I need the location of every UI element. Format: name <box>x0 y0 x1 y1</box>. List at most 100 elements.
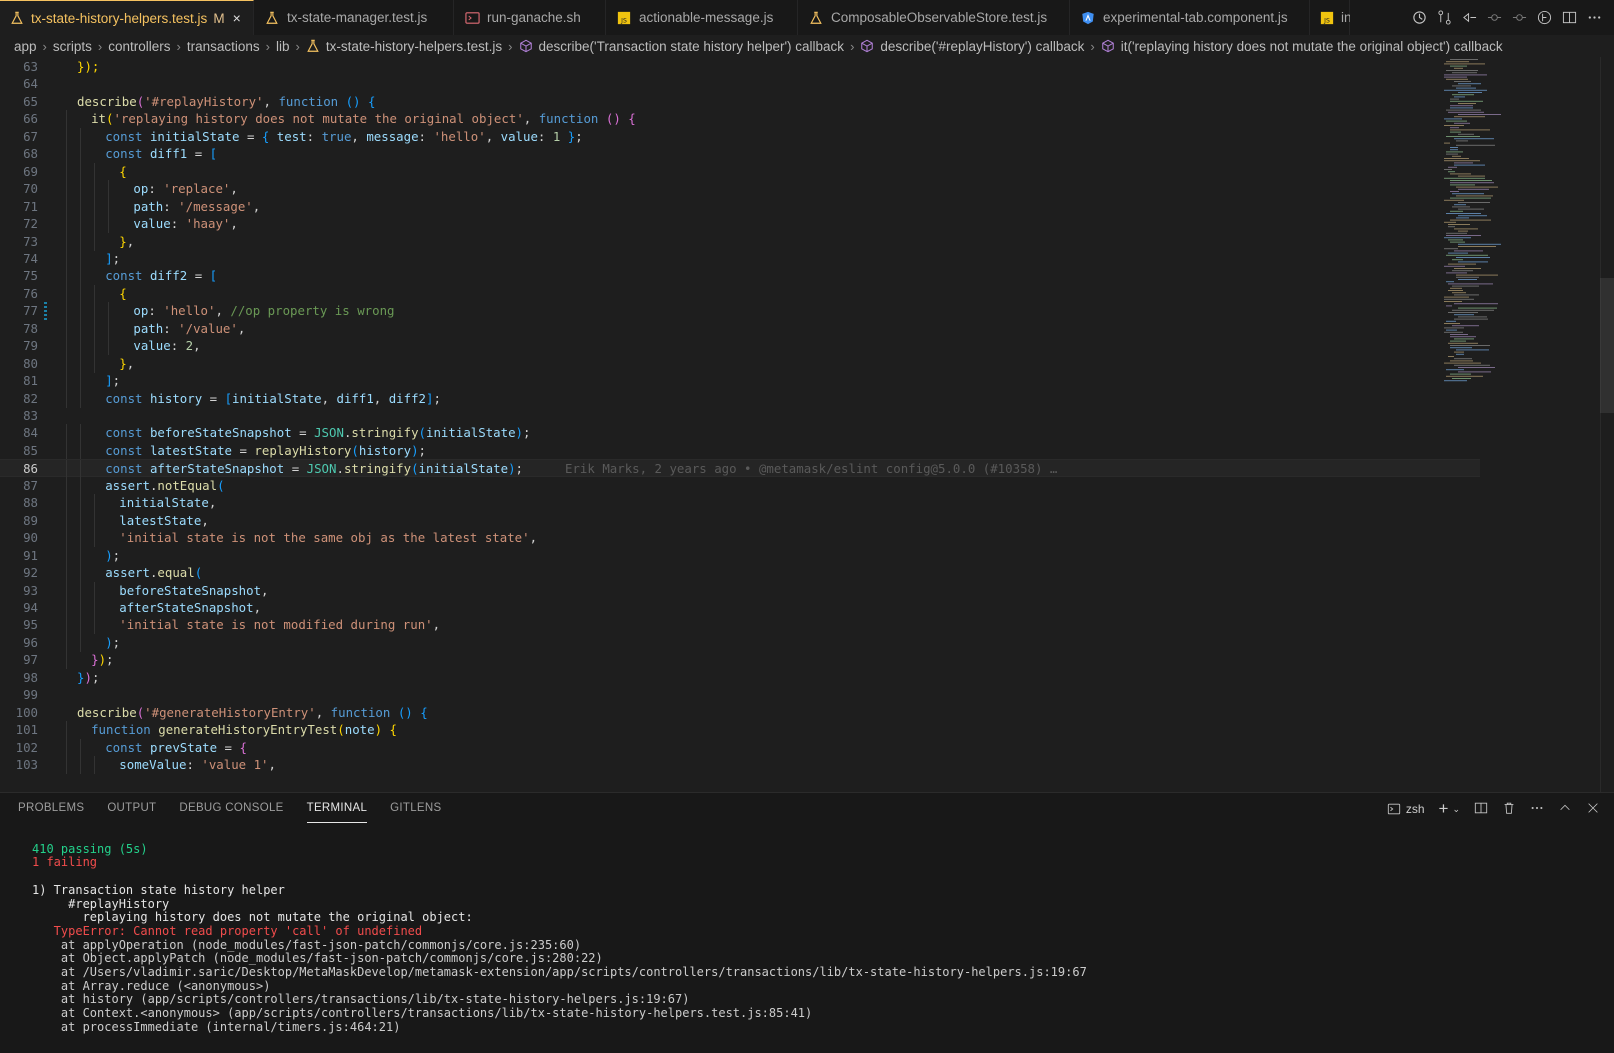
code-line[interactable]: 71 path: '/message', <box>0 197 1480 216</box>
tab-in[interactable]: JS in <box>1310 0 1352 35</box>
code-line[interactable]: 93 beforeStateSnapshot, <box>0 581 1480 600</box>
timeline-icon[interactable] <box>1411 10 1427 26</box>
new-terminal-icon[interactable]: + <box>1439 799 1449 819</box>
code-line[interactable]: 70 op: 'replace', <box>0 180 1480 199</box>
code-line[interactable]: 78 path: '/value', <box>0 319 1480 338</box>
more-actions-icon[interactable] <box>1586 10 1602 26</box>
code-line[interactable]: 96); <box>0 633 1480 652</box>
code-line[interactable]: 100 describe('#generateHistoryEntry', fun… <box>0 704 1480 722</box>
panel-tab-output[interactable]: OUTPUT <box>107 793 156 823</box>
stack-frame[interactable]: at history (app/scripts/controllers/tran… <box>32 993 1087 1007</box>
code-line[interactable]: 66 it('replaying history does not mutate … <box>0 110 1480 129</box>
panel-tab-debug-console[interactable]: DEBUG CONSOLE <box>179 793 283 823</box>
code-line[interactable]: 81]; <box>0 372 1480 391</box>
code-line[interactable]: 67 const initialState = { test: true, mes… <box>0 127 1480 146</box>
compare-changes-icon[interactable] <box>1436 10 1452 26</box>
code-line[interactable]: 95 'initial state is not modified during … <box>0 616 1480 635</box>
stack-frame[interactable]: at applyOperation (node_modules/fast-jso… <box>32 938 1087 953</box>
chevron-down-icon[interactable]: ⌄ <box>1452 804 1460 815</box>
code-line[interactable]: 99 <box>0 686 1480 704</box>
tab-composableobservablestore-test-js[interactable]: ComposableObservableStore.test.js <box>798 0 1070 35</box>
code-line[interactable]: 76 { <box>0 284 1480 303</box>
code-line[interactable]: 72 value: 'haay', <box>0 215 1480 234</box>
code-line[interactable]: 102 const prevState = { <box>0 738 1480 757</box>
editor-scrollbar-thumb[interactable] <box>1600 278 1614 413</box>
test-flask-icon <box>306 39 320 53</box>
modified-line-marker[interactable] <box>44 302 47 321</box>
panel-tab-problems[interactable]: PROBLEMS <box>18 793 84 823</box>
split-editor-icon[interactable] <box>1561 10 1577 26</box>
code-line[interactable]: 75 const diff2 = [ <box>0 267 1480 286</box>
stack-frame[interactable]: at processImmediate (internal/timers.js:… <box>32 1020 1087 1035</box>
code-line[interactable]: 82 const history = [initialState, diff1, … <box>0 389 1480 408</box>
code-line[interactable]: 74]; <box>0 249 1480 268</box>
more-actions-icon[interactable] <box>1530 801 1544 818</box>
maximize-panel-icon[interactable] <box>1558 801 1572 818</box>
minimap[interactable] <box>1440 57 1540 387</box>
editor-vertical-scrollbar[interactable] <box>1600 57 1614 792</box>
panel-tab-gitlens[interactable]: GITLENS <box>390 793 441 823</box>
code-line[interactable]: 94 afterStateSnapshot, <box>0 598 1480 617</box>
split-terminal-icon[interactable] <box>1474 801 1488 818</box>
code-line[interactable]: 103 someValue: 'value 1', <box>0 756 1480 774</box>
gitlens-icon[interactable] <box>1536 10 1552 26</box>
code-line[interactable]: 86 const afterStateSnapshot = JSON.string… <box>0 459 1480 479</box>
code-line[interactable]: 98}); <box>0 669 1480 687</box>
code-line[interactable]: 91); <box>0 546 1480 565</box>
line-number: 95 <box>23 617 38 633</box>
code-line[interactable]: 73}, <box>0 232 1480 251</box>
breadcrumb-item[interactable]: scripts <box>53 39 92 54</box>
terminal-output[interactable]: 410 passing (5s) 1 failing 1) Transaction … <box>32 823 1087 1035</box>
next-revision-icon[interactable] <box>1511 10 1527 26</box>
breadcrumb-item[interactable]: app <box>14 39 37 54</box>
stack-frame[interactable]: at /Users/vladimir.saric/Desktop/MetaMas… <box>32 965 1087 980</box>
breadcrumb-item[interactable]: it('replaying history does not mutate th… <box>1101 39 1503 54</box>
code-line[interactable]: 92 assert.equal( <box>0 564 1480 583</box>
stack-frame[interactable]: at Context.<anonymous> (app/scripts/cont… <box>32 1006 1087 1021</box>
code-token: path <box>133 320 164 336</box>
code-line[interactable]: 88 initialState, <box>0 494 1480 513</box>
code-line[interactable]: 89 latestState, <box>0 511 1480 530</box>
code-line[interactable]: 83 <box>0 407 1480 425</box>
code-line[interactable]: 84 const beforeStateSnapshot = JSON.strin… <box>0 424 1480 443</box>
code-line[interactable]: 64 <box>0 75 1480 93</box>
close-panel-icon[interactable] <box>1586 801 1600 818</box>
indent-guide <box>66 145 67 164</box>
code-text: ]; <box>105 250 120 268</box>
breadcrumb-item[interactable]: tx-state-history-helpers.test.js <box>306 39 502 54</box>
code-line[interactable]: 79 value: 2, <box>0 337 1480 356</box>
code-line[interactable]: 63}); <box>0 58 1480 76</box>
code-line[interactable]: 97}); <box>0 651 1480 670</box>
code-line[interactable]: 80}, <box>0 354 1480 373</box>
breadcrumb-item[interactable]: lib <box>276 39 290 54</box>
breadcrumb-item[interactable]: describe('#replayHistory') callback <box>860 39 1084 54</box>
breadcrumb-item[interactable]: transactions <box>187 39 260 54</box>
breadcrumb-label: lib <box>276 38 290 54</box>
terminal-shell-selector[interactable]: zsh <box>1387 802 1425 816</box>
code-line[interactable]: 69 { <box>0 162 1480 181</box>
code-line[interactable]: 90 'initial state is not the same obj as … <box>0 529 1480 548</box>
trash-icon[interactable] <box>1502 801 1516 818</box>
code-line[interactable]: 65 describe('#replayHistory', function ()… <box>0 93 1480 111</box>
code-line[interactable]: 77 op: 'hello', //op property is wrong <box>0 302 1480 321</box>
panel-tab-terminal[interactable]: TERMINAL <box>306 793 368 823</box>
code-line[interactable]: 87 assert.notEqual( <box>0 476 1480 495</box>
stack-frame[interactable]: at Object.applyPatch (node_modules/fast-… <box>32 952 1087 966</box>
breadcrumb-item[interactable]: describe('Transaction state history help… <box>519 39 844 54</box>
tab-run-ganache-sh[interactable]: run-ganache.sh <box>454 0 606 35</box>
tab-tx-state-history-helpers-test-js[interactable]: tx-state-history-helpers.test.js M × <box>0 0 254 35</box>
tab-tx-state-manager-test-js[interactable]: tx-state-manager.test.js <box>254 0 454 35</box>
close-icon[interactable]: × <box>233 10 241 26</box>
git-blame-annotation[interactable]: Erik Marks, 2 years ago • @metamask/esli… <box>565 461 1057 476</box>
tab-actionable-message-js[interactable]: JS actionable-message.js <box>606 0 798 35</box>
code-editor[interactable]: 63}); 64 65 describe('#replayHistory', func… <box>0 57 1600 792</box>
code-line[interactable]: 101 function generateHistoryEntryTest(not… <box>0 721 1480 740</box>
breadcrumb-item[interactable]: controllers <box>108 39 170 54</box>
code-line[interactable]: 85 const latestState = replayHistory(hist… <box>0 441 1480 460</box>
stack-frame[interactable]: at Array.reduce (<anonymous>) <box>32 979 1087 994</box>
open-changes-icon[interactable] <box>1461 10 1477 26</box>
tab-experimental-tab-component-js[interactable]: experimental-tab.component.js <box>1070 0 1310 35</box>
code-line[interactable]: 68 const diff1 = [ <box>0 145 1480 164</box>
indent-guide <box>94 162 96 181</box>
previous-revision-icon[interactable] <box>1486 10 1502 26</box>
